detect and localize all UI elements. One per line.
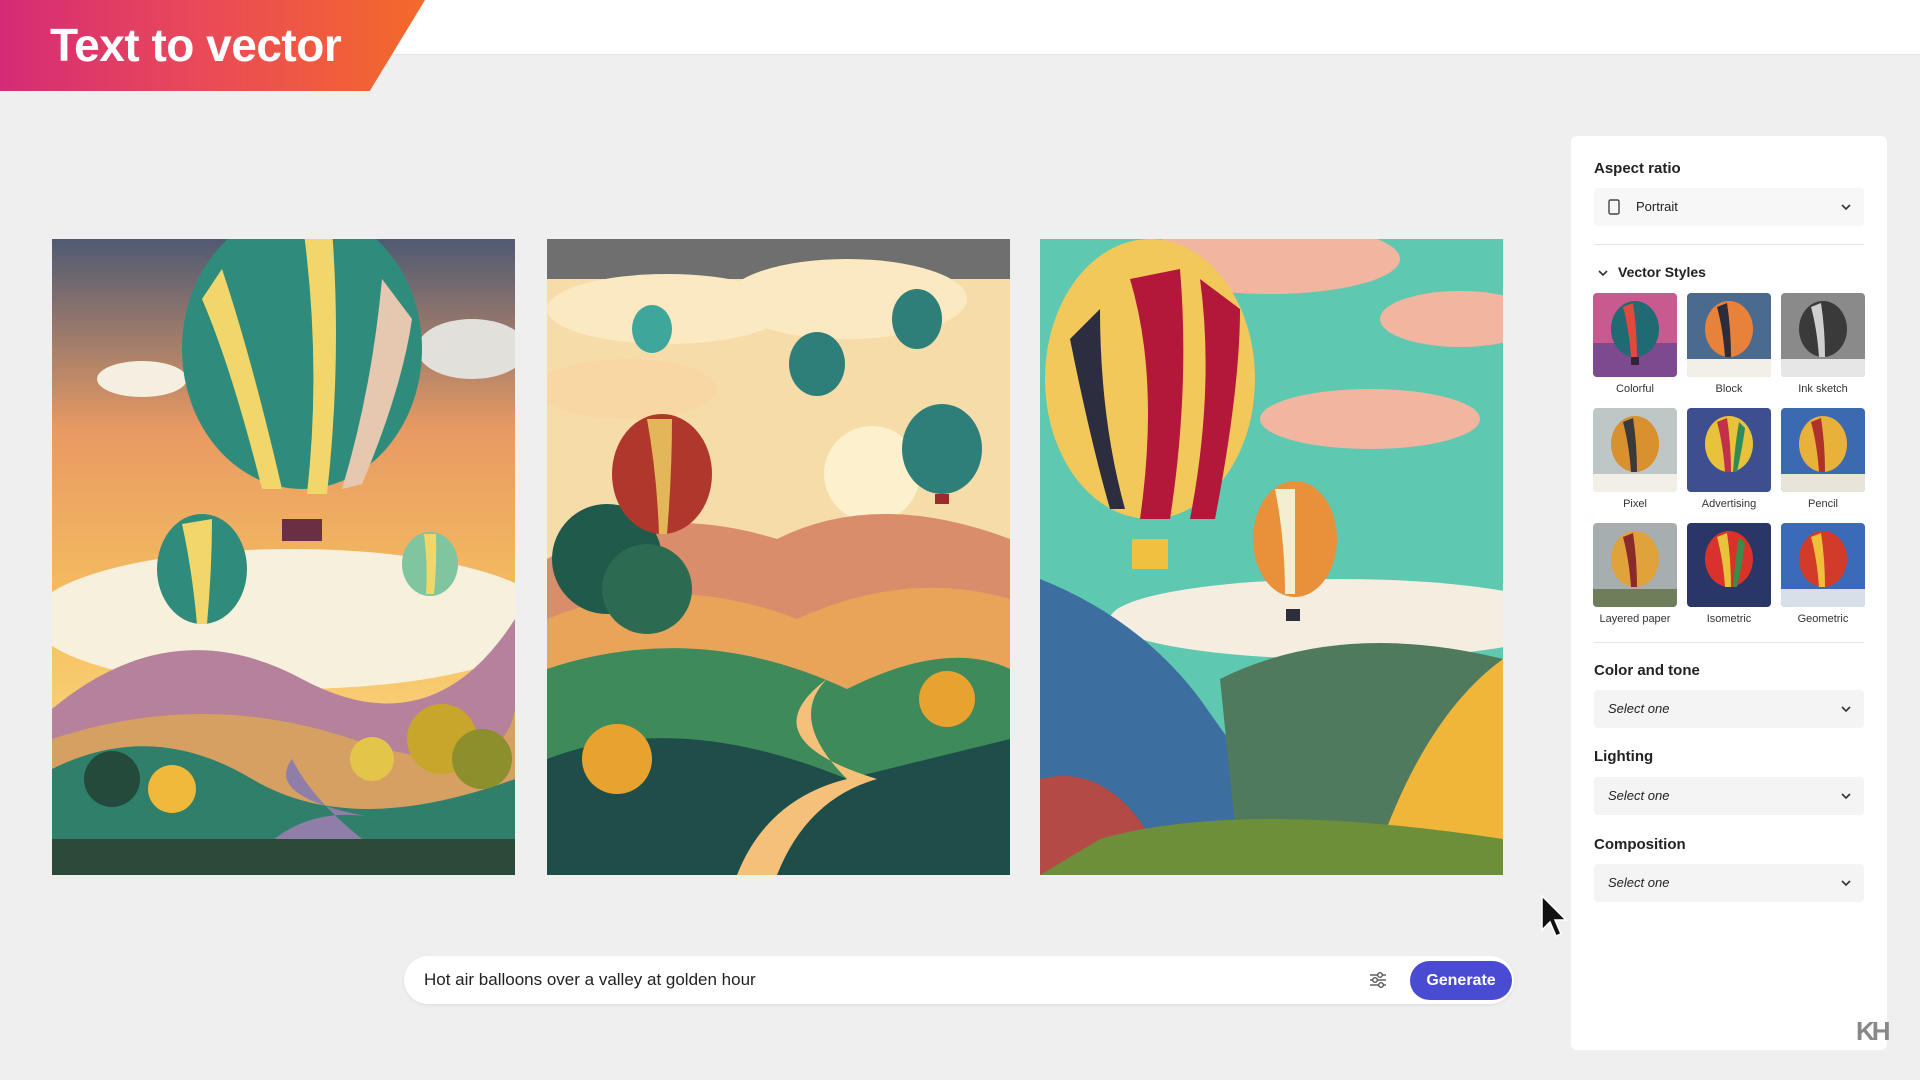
style-isometric-thumbnail[interactable] <box>1687 523 1771 607</box>
generated-image-1[interactable] <box>52 239 515 875</box>
chevron-down-icon <box>1841 793 1851 800</box>
prompt-bar: Generate <box>404 956 1514 1004</box>
mouse-cursor-icon <box>1541 894 1568 937</box>
divider <box>1594 642 1864 643</box>
style-pixel-thumbnail[interactable] <box>1593 408 1677 492</box>
chevron-down-icon <box>1841 880 1851 887</box>
aspect-ratio-value: Portrait <box>1636 199 1678 214</box>
aspect-ratio-dropdown[interactable]: Portrait <box>1594 188 1864 226</box>
style-layered-paper-thumbnail[interactable] <box>1593 523 1677 607</box>
style-advertising-thumbnail[interactable] <box>1687 408 1771 492</box>
color-and-tone-label: Color and tone <box>1594 662 1700 679</box>
lighting-label: Lighting <box>1594 748 1654 765</box>
color-and-tone-dropdown[interactable]: Select one <box>1594 690 1864 728</box>
lighting-value: Select one <box>1608 788 1670 803</box>
style-ink-sketch-label: Ink sketch <box>1798 383 1848 395</box>
style-isometric-label: Isometric <box>1706 613 1752 625</box>
sliders-icon[interactable] <box>1368 970 1388 990</box>
balloon-valley-image-1 <box>52 239 515 875</box>
vector-styles-label[interactable]: Vector Styles <box>1618 264 1706 280</box>
generated-image-3[interactable] <box>1040 239 1503 875</box>
style-layered-paper-label: Layered paper <box>1599 613 1671 625</box>
aspect-ratio-label: Aspect ratio <box>1594 160 1681 177</box>
page-title: Text to vector <box>50 19 342 71</box>
chevron-down-icon <box>1841 706 1851 713</box>
lighting-dropdown[interactable]: Select one <box>1594 777 1864 815</box>
style-colorful-thumbnail[interactable] <box>1593 293 1677 377</box>
style-block-thumbnail[interactable] <box>1687 293 1771 377</box>
chevron-down-icon <box>1841 204 1851 211</box>
style-advertising-label: Advertising <box>1701 498 1757 510</box>
divider <box>1594 244 1864 245</box>
style-geometric-label: Geometric <box>1797 613 1849 625</box>
composition-value: Select one <box>1608 875 1670 890</box>
balloon-valley-image-3 <box>1040 239 1503 875</box>
chevron-down-icon[interactable] <box>1597 267 1609 279</box>
generated-image-2[interactable] <box>547 239 1010 875</box>
style-geometric-thumbnail[interactable] <box>1781 523 1865 607</box>
composition-label: Composition <box>1594 836 1686 853</box>
composition-dropdown[interactable]: Select one <box>1594 864 1864 902</box>
style-pencil-thumbnail[interactable] <box>1781 408 1865 492</box>
portrait-icon <box>1608 199 1620 215</box>
settings-panel: Aspect ratio Portrait Vector Styles Colo… <box>1571 136 1887 1050</box>
style-colorful-label: Colorful <box>1616 383 1654 395</box>
generate-button[interactable]: Generate <box>1410 961 1512 1000</box>
balloon-valley-image-2 <box>547 239 1010 875</box>
watermark-logo: KH <box>1856 1016 1891 1046</box>
style-block-label: Block <box>1715 383 1743 395</box>
style-pencil-label: Pencil <box>1808 498 1838 510</box>
style-pixel-label: Pixel <box>1623 498 1647 510</box>
style-ink-sketch-thumbnail[interactable] <box>1781 293 1865 377</box>
color-and-tone-value: Select one <box>1608 701 1670 716</box>
prompt-input[interactable] <box>424 956 1424 1004</box>
